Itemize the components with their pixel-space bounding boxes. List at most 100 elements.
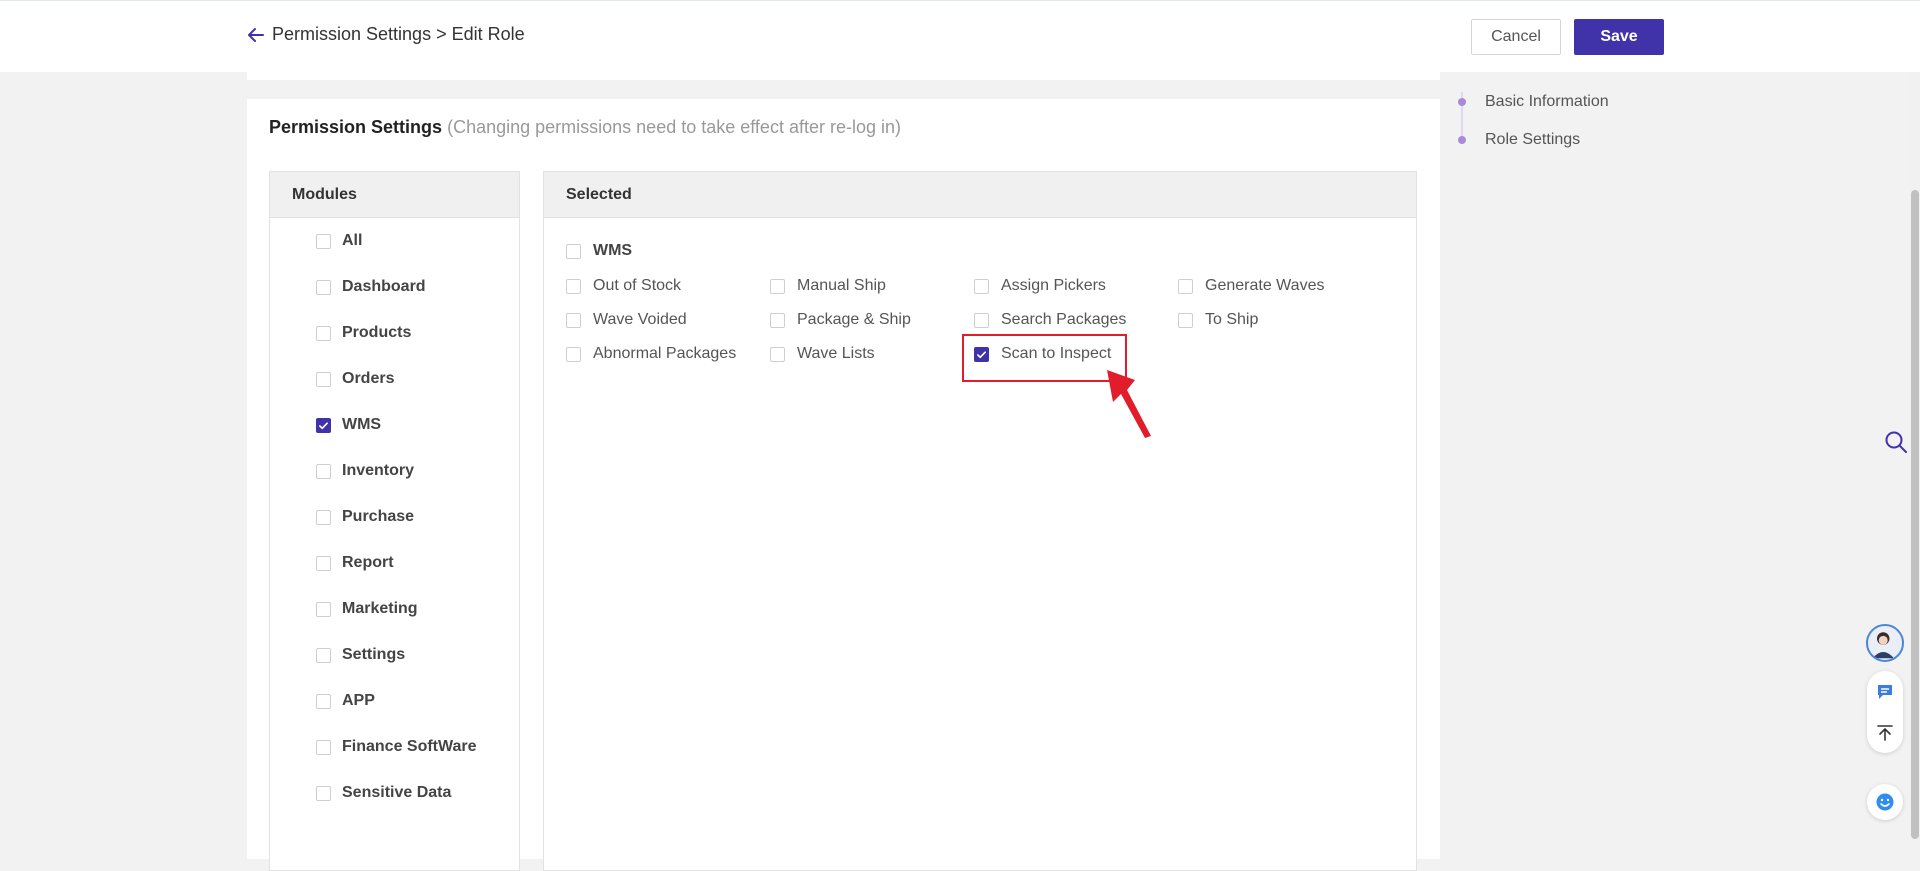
module-label: Settings [342,646,406,663]
selected-header: Selected [544,172,1416,218]
permission-item-to-ship[interactable]: To Ship [1178,311,1258,329]
anchor-dot [1458,98,1466,106]
group-checkbox-wms[interactable]: WMS [566,242,632,260]
module-item-sensitive-data[interactable]: Sensitive Data [316,784,451,802]
anchor-role-settings[interactable]: Role Settings [1485,131,1580,149]
module-item-purchase[interactable]: Purchase [316,508,414,526]
checkbox[interactable] [316,555,331,571]
module-item-app[interactable]: APP [316,692,375,710]
breadcrumb-text: Permission Settings > Edit Role [272,24,525,44]
module-label: Inventory [342,462,415,479]
anchor-basic-information[interactable]: Basic Information [1485,93,1609,111]
module-label: Report [342,554,394,571]
module-label: Finance SoftWare [342,738,477,755]
permission-item-package-and-ship[interactable]: Package & Ship [770,311,911,329]
module-item-wms[interactable]: WMS [316,416,381,434]
checkbox[interactable] [566,346,581,362]
section-title-text: Permission Settings [269,117,443,137]
permission-label: Search Packages [1001,311,1127,328]
module-item-report[interactable]: Report [316,554,394,572]
module-label: Dashboard [342,278,426,295]
check-icon [977,350,986,358]
module-label: Orders [342,370,395,387]
checkbox[interactable] [974,346,989,362]
module-item-dashboard[interactable]: Dashboard [316,278,426,296]
module-label: WMS [342,416,382,433]
checkbox[interactable] [316,693,331,709]
module-item-marketing[interactable]: Marketing [316,600,418,618]
search-icon[interactable] [1884,430,1908,454]
pointer-arrow-icon [1107,370,1151,438]
module-label: Purchase [342,508,415,525]
checkbox[interactable] [974,312,989,328]
module-item-products[interactable]: Products [316,324,411,342]
permission-label: Assign Pickers [1001,277,1106,294]
checkbox[interactable] [316,279,331,295]
module-label: APP [342,692,375,709]
checkbox[interactable] [316,463,331,479]
permission-label: Package & Ship [797,311,911,328]
module-label: Products [342,324,412,341]
module-label: Marketing [342,600,418,617]
permission-item-assign-pickers[interactable]: Assign Pickers [974,277,1106,295]
check-icon [319,421,328,429]
save-button[interactable]: Save [1574,19,1664,55]
checkbox[interactable] [316,739,331,755]
arrow-left-icon[interactable] [246,25,266,45]
scrollbar-thumb[interactable] [1911,190,1919,839]
permission-item-wave-lists[interactable]: Wave Lists [770,345,875,363]
section-note: (Changing permissions need to take effec… [447,117,901,137]
help-button[interactable] [1867,784,1903,820]
permission-item-abnormal-packages[interactable]: Abnormal Packages [566,345,736,363]
avatar[interactable] [1866,624,1904,662]
checkbox[interactable] [770,312,785,328]
permission-item-generate-waves[interactable]: Generate Waves [1178,277,1324,295]
agent-avatar-icon [1872,632,1894,659]
permission-item-out-of-stock[interactable]: Out of Stock [566,277,681,295]
checkbox[interactable] [316,647,331,663]
module-item-all[interactable]: All [316,232,362,250]
permission-label: Out of Stock [593,277,682,294]
permission-item-manual-ship[interactable]: Manual Ship [770,277,886,295]
module-label: All [342,232,363,249]
permission-label: Scan to Inspect [1001,345,1112,362]
permission-item-scan-to-inspect[interactable]: Scan to Inspect [974,345,1111,363]
anchor-dot [1458,136,1466,144]
section-title: Permission Settings (Changing permission… [269,117,901,138]
checkbox[interactable] [1178,312,1193,328]
permission-item-search-packages[interactable]: Search Packages [974,311,1126,329]
permission-item-wave-voided[interactable]: Wave Voided [566,311,687,329]
permission-label: Manual Ship [797,277,886,294]
help-face-icon [1876,793,1894,811]
group-label: WMS [593,242,633,259]
checkbox[interactable] [770,278,785,294]
checkbox[interactable] [770,346,785,362]
checkbox[interactable] [316,233,331,249]
breadcrumb: Permission Settings > Edit Role [246,24,525,45]
checkbox[interactable] [316,785,331,801]
checkbox[interactable] [316,417,331,433]
back-to-top-icon[interactable] [1876,724,1894,742]
chat-icon[interactable] [1876,683,1894,701]
modules-header: Modules [270,172,519,218]
cancel-button[interactable]: Cancel [1471,19,1561,55]
checkbox[interactable] [316,325,331,341]
module-item-orders[interactable]: Orders [316,370,394,388]
checkbox[interactable] [316,601,331,617]
permission-label: Abnormal Packages [593,345,737,362]
checkbox[interactable] [974,278,989,294]
basic-info-card-bottom [247,72,1440,80]
permission-label: To Ship [1205,311,1259,328]
module-item-finance-software[interactable]: Finance SoftWare [316,738,477,756]
module-item-inventory[interactable]: Inventory [316,462,414,480]
checkbox[interactable] [1178,278,1193,294]
checkbox[interactable] [316,371,331,387]
checkbox[interactable] [566,278,581,294]
module-item-settings[interactable]: Settings [316,646,405,664]
checkbox[interactable] [316,509,331,525]
permission-label: Wave Lists [797,345,875,362]
checkbox[interactable] [566,312,581,328]
selected-panel: Selected WMS Out of Stock Manual Ship Assi… [543,171,1417,871]
module-label: Sensitive Data [342,784,452,801]
checkbox[interactable] [566,243,581,259]
